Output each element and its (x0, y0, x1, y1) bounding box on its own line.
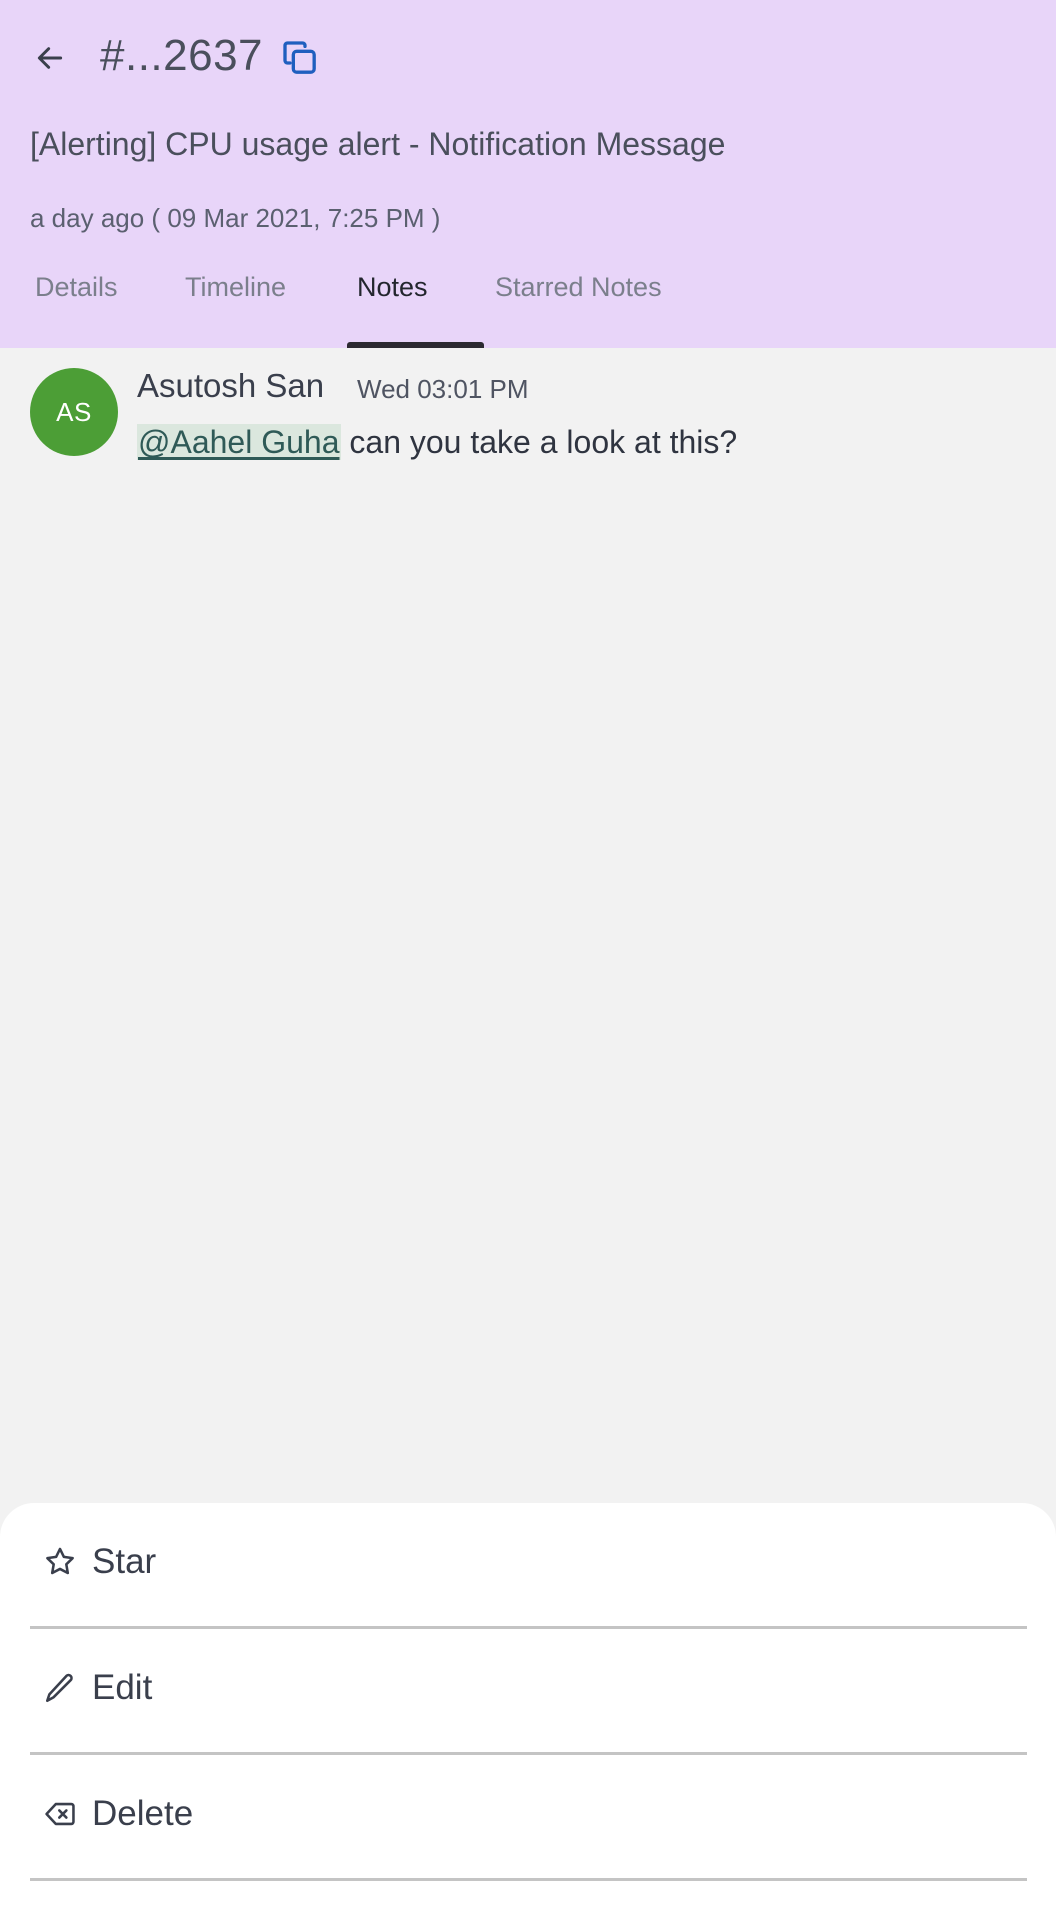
incident-id: #...2637 (100, 31, 264, 80)
incident-notes-screen: #...2637 [Alerting] CPU usage alert - No… (0, 0, 1056, 1922)
incident-title: [Alerting] CPU usage alert - Notificatio… (30, 126, 726, 162)
copy-id-button[interactable] (278, 36, 322, 80)
note-author: Asutosh San (137, 367, 325, 404)
arrow-left-icon (37, 47, 63, 69)
star-button[interactable]: Star (30, 1503, 1027, 1629)
avatar: AS (30, 368, 118, 456)
back-button[interactable] (26, 34, 74, 82)
incident-header: #...2637 [Alerting] CPU usage alert - No… (0, 0, 1056, 348)
tab-bar: Details Timeline Notes Starred Notes (0, 262, 1056, 348)
tab-timeline[interactable]: Timeline (185, 262, 286, 348)
note-text: @Aahel Guha can you take a look at this? (137, 420, 737, 464)
note-action-sheet: Star Edit Delete (0, 1503, 1056, 1922)
tab-starred-notes[interactable]: Starred Notes (495, 262, 662, 348)
note-timestamp: Wed 03:01 PM (357, 374, 529, 404)
delete-button[interactable]: Delete (30, 1755, 1027, 1881)
incident-time: a day ago ( 09 Mar 2021, 7:25 PM ) (30, 203, 441, 233)
edit-label: Edit (92, 1668, 153, 1707)
star-icon (42, 1544, 78, 1580)
tab-notes[interactable]: Notes (357, 262, 428, 348)
pencil-icon (42, 1670, 78, 1706)
tab-details[interactable]: Details (35, 262, 118, 348)
note-message: can you take a look at this? (349, 424, 738, 460)
list-item[interactable]: AS Asutosh San Wed 03:01 PM @Aahel Guha … (0, 348, 1056, 488)
backspace-icon (42, 1796, 78, 1832)
star-label: Star (92, 1542, 157, 1581)
delete-label: Delete (92, 1794, 194, 1833)
copy-icon (283, 41, 316, 74)
user-mention[interactable]: @Aahel Guha (137, 424, 341, 460)
edit-button[interactable]: Edit (30, 1629, 1027, 1755)
